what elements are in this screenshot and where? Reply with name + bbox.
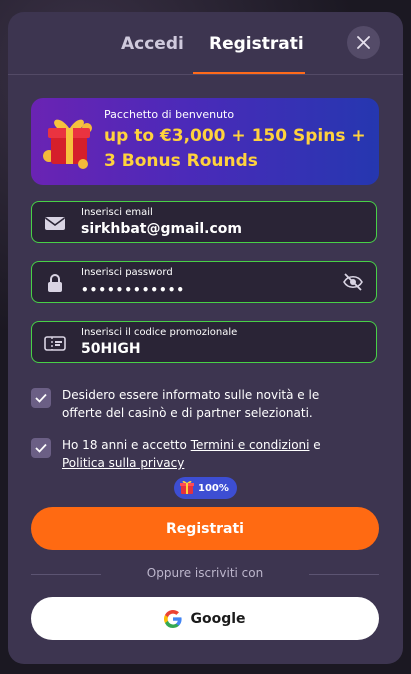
tab-login[interactable]: Accedi [121,34,184,54]
envelope-icon [45,217,65,230]
google-signup-button[interactable]: Google [31,597,379,640]
checkmark-icon [35,443,47,453]
alt-signup-divider: Oppure iscriviti con [31,566,379,582]
divider-line-right [309,574,379,575]
email-label: Inserisci email [81,207,153,218]
eye-slash-icon[interactable] [342,272,364,292]
lock-icon [48,274,62,292]
gift-box-icon [43,119,92,169]
terms-prefix: Ho 18 anni e accetto [62,438,187,452]
alt-signup-text: Oppure iscriviti con [146,566,264,580]
terms-consent-row: Ho 18 anni e accetto Termini e condizion… [31,436,379,476]
email-input[interactable]: sirkhbat@gmail.com [81,221,331,237]
active-tab-indicator [193,72,305,74]
terms-mid: e [313,438,321,452]
terms-consent-text: Ho 18 anni e accetto Termini e condizion… [62,436,362,472]
checkmark-icon [35,393,47,403]
banner-offer: up to €3,000 + 150 Spins + 3 Bonus Round… [104,126,366,171]
bonus-badge: 100% [174,477,237,499]
promo-code-label: Inserisci il codice promozionale [81,327,238,338]
marketing-consent-row: Desidero essere informato sulle novità e… [31,386,379,426]
google-button-label: Google [190,610,246,627]
password-input[interactable]: •••••••••••• [81,283,331,297]
promo-code-field[interactable]: Inserisci il codice promozionale 50HIGH [31,321,377,363]
google-icon [164,609,183,628]
marketing-consent-text: Desidero essere informato sulle novità e… [62,388,320,420]
bonus-badge-text: 100% [198,482,229,494]
close-button[interactable] [347,26,380,59]
coupon-icon [44,336,66,351]
close-icon [357,36,370,49]
gift-icon [180,480,194,494]
privacy-link[interactable]: Politica sulla privacy [62,456,184,470]
register-button-label: Registrati [166,520,244,537]
marketing-consent-checkbox[interactable] [31,388,51,408]
tabs-divider [8,74,403,75]
terms-consent-checkbox[interactable] [31,438,51,458]
register-button[interactable]: Registrati [31,507,379,550]
tab-register[interactable]: Registrati [209,34,304,54]
terms-link[interactable]: Termini e condizioni [191,438,310,452]
registration-modal: Accedi Registrati Pacchetto di benvenuto… [8,12,403,664]
email-field[interactable]: Inserisci email sirkhbat@gmail.com [31,201,377,243]
password-label: Inserisci password [81,267,173,278]
promo-code-input[interactable]: 50HIGH [81,341,331,357]
welcome-bonus-banner: Pacchetto di benvenuto up to €3,000 + 15… [31,98,379,185]
banner-subtitle: Pacchetto di benvenuto [104,108,235,121]
password-field[interactable]: Inserisci password •••••••••••• [31,261,377,303]
